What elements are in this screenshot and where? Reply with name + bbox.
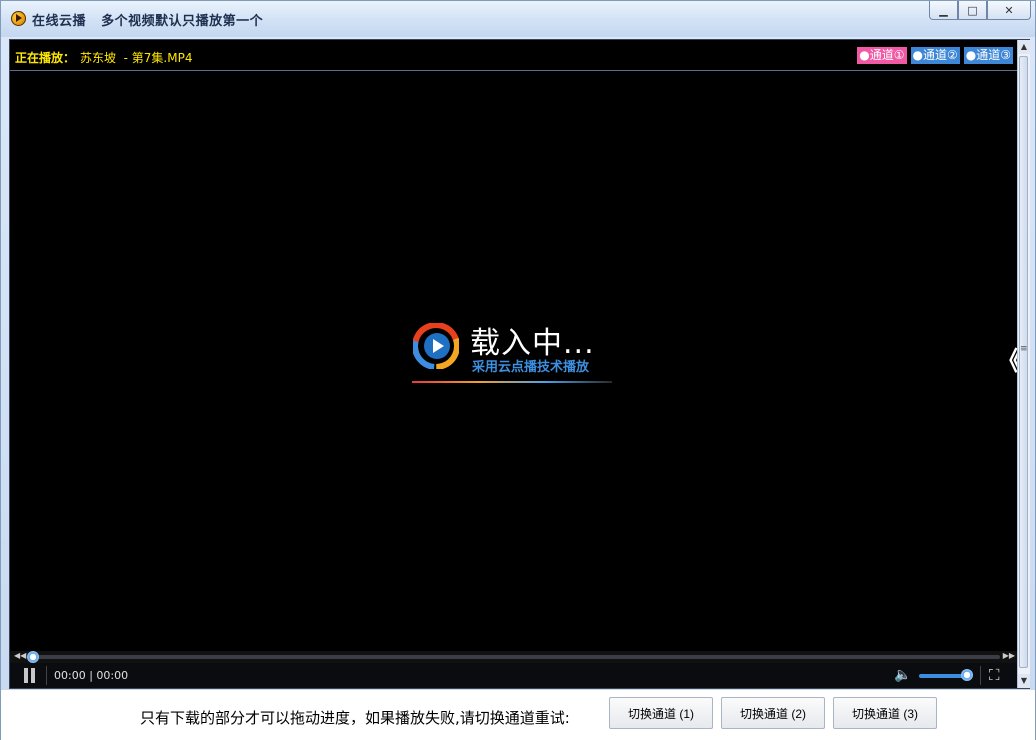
scroll-down-icon[interactable]: ▼ <box>1018 674 1030 688</box>
cloud-play-logo-icon <box>413 323 459 369</box>
loading-subtitle: 采用云点播技术播放 <box>472 360 590 375</box>
channel-1-button[interactable]: ●通道① <box>857 47 907 64</box>
loading-divider <box>412 381 612 383</box>
minimize-button[interactable]: ▁ <box>929 1 958 20</box>
volume-icon[interactable]: 🔈 <box>894 667 911 683</box>
minimize-icon: ▁ <box>939 3 948 17</box>
maximize-icon: □ <box>967 3 978 17</box>
pause-button[interactable] <box>24 668 36 683</box>
app-icon <box>11 11 26 26</box>
now-playing-file: 苏东坡 - 第7集.MP4 <box>80 51 193 65</box>
channel-selector: ●通道① ●通道② ●通道③ <box>857 47 1013 64</box>
maximize-button[interactable]: □ <box>958 1 987 20</box>
time-display: 00:00 | 00:00 <box>54 669 129 682</box>
volume-handle[interactable] <box>960 669 973 681</box>
rewind-icon[interactable]: ◀◀ <box>14 651 26 660</box>
video-player: 正在播放： 苏东坡 - 第7集.MP4 ●通道① ●通道② ●通道③ 载入中..… <box>9 39 1030 689</box>
progress-row: ◀◀ ▶▶ <box>10 651 1017 663</box>
title-bar[interactable]: 在线云播 多个视频默认只播放第一个 ▁ □ ✕ <box>1 1 1035 37</box>
control-bar: 00:00 | 00:00 🔈 ⛶ <box>10 663 1017 688</box>
vertical-scrollbar[interactable]: ▲ ≡ ▼ <box>1017 40 1030 688</box>
channel-2-button[interactable]: ●通道② <box>910 47 960 64</box>
divider <box>980 666 981 685</box>
now-playing-label: 正在播放： <box>15 51 76 65</box>
switch-channel-2-button[interactable]: 切换通道 (2) <box>721 697 825 729</box>
player-top-bar: 正在播放： 苏东坡 - 第7集.MP4 ●通道① ●通道② ●通道③ <box>10 40 1017 71</box>
window-title: 在线云播 多个视频默认只播放第一个 <box>32 14 264 29</box>
footer-bar: 只有下载的部分才可以拖动进度，如果播放失败,请切换通道重试: 切换通道 (1) … <box>1 689 1035 740</box>
fast-forward-icon[interactable]: ▶▶ <box>1003 651 1015 660</box>
video-area[interactable]: 载入中... 采用云点播技术播放 《 <box>10 71 1022 651</box>
window-controls: ▁ □ ✕ <box>929 1 1031 21</box>
scroll-up-icon[interactable]: ▲ <box>1018 40 1030 54</box>
progress-bar[interactable] <box>30 655 1000 659</box>
close-button[interactable]: ✕ <box>987 1 1031 20</box>
channel-3-button[interactable]: ●通道③ <box>963 47 1013 64</box>
app-window: 在线云播 多个视频默认只播放第一个 ▁ □ ✕ 正在播放： 苏东坡 - 第7集.… <box>0 0 1036 740</box>
volume-slider[interactable] <box>919 674 967 678</box>
retry-hint: 只有下载的部分才可以拖动进度，如果播放失败,请切换通道重试: <box>140 709 570 727</box>
progress-handle[interactable] <box>27 651 39 663</box>
switch-channel-1-button[interactable]: 切换通道 (1) <box>609 697 713 729</box>
scroll-thumb[interactable] <box>1019 56 1028 668</box>
fullscreen-icon[interactable]: ⛶ <box>989 666 1000 684</box>
divider <box>46 666 47 685</box>
close-icon: ✕ <box>1004 3 1014 17</box>
scroll-grip-icon: ≡ <box>1020 344 1028 354</box>
switch-channel-3-button[interactable]: 切换通道 (3) <box>833 697 937 729</box>
